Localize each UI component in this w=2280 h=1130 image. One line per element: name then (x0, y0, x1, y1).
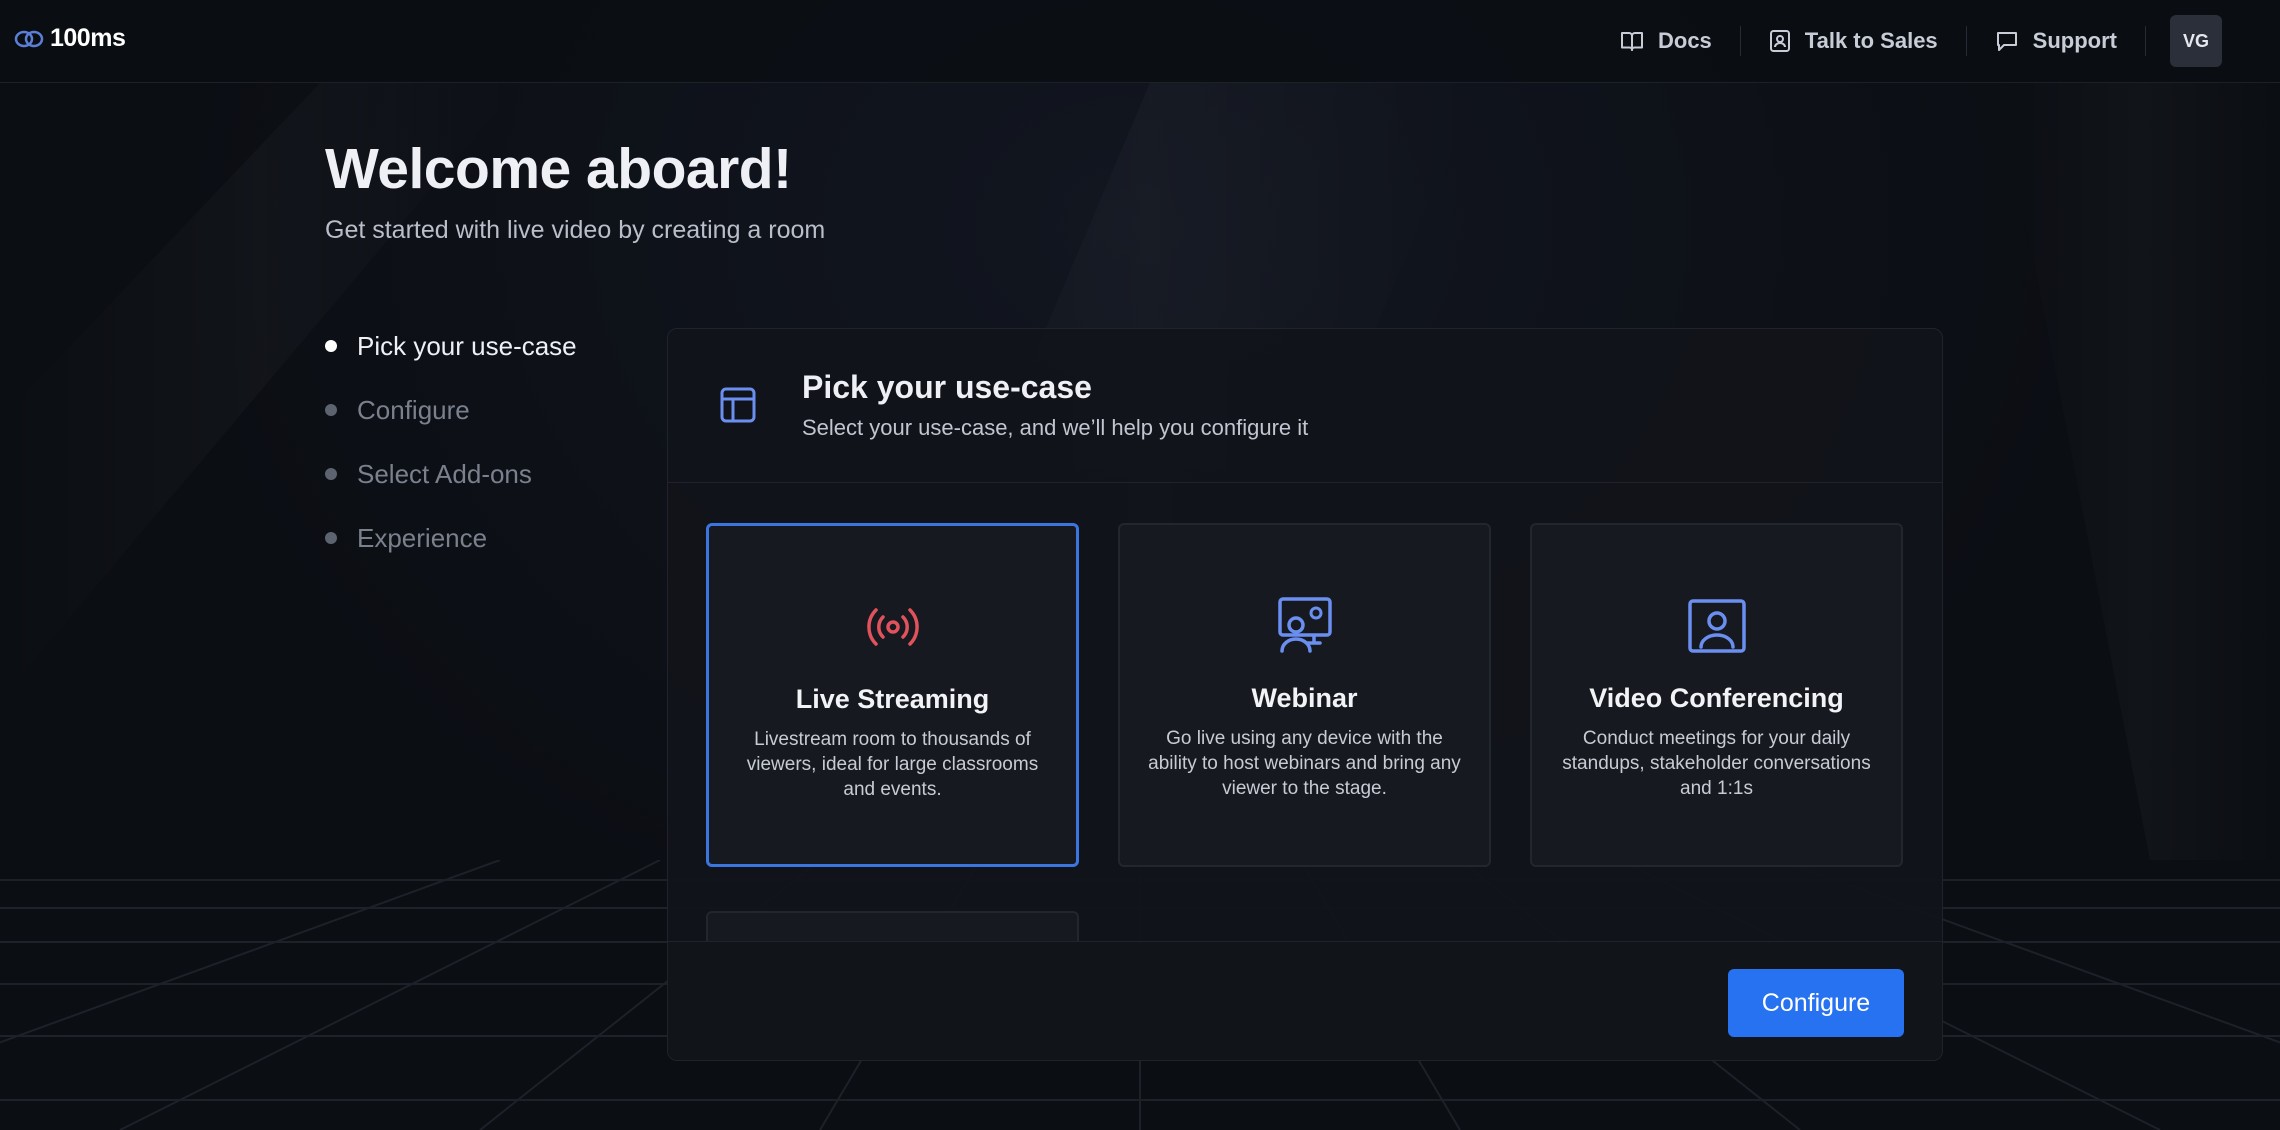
top-nav: Docs Talk to Sales Support VG (1592, 14, 2222, 68)
step-label: Select Add-ons (357, 458, 532, 489)
chat-bubble-icon (1996, 32, 2017, 51)
talk-to-sales-link[interactable]: Talk to Sales (1741, 26, 1966, 56)
card-title: Webinar (1251, 683, 1358, 713)
step-experience[interactable]: Experience (325, 520, 577, 556)
step-dot-icon (325, 532, 337, 544)
step-configure[interactable]: Configure (325, 392, 577, 428)
broadcast-icon (866, 608, 919, 646)
panel-header: Pick your use-case Select your use-case,… (668, 329, 1942, 483)
layout-icon (720, 387, 756, 423)
use-case-card-webinar[interactable]: Webinar Go live using any device with th… (1118, 523, 1491, 867)
use-case-card-partial[interactable] (706, 911, 1079, 945)
step-label: Pick your use-case (357, 330, 577, 361)
panel-subtitle: Select your use-case, and we’ll help you… (802, 415, 1309, 440)
use-case-cards: Live Streaming Livestream room to thousa… (668, 483, 1942, 945)
step-dot-icon (325, 468, 337, 480)
page-title: Welcome aboard! (325, 137, 792, 201)
step-select-add-ons[interactable]: Select Add-ons (325, 456, 577, 492)
nav-divider (2145, 26, 2146, 56)
card-description: Go live using any device with the abilit… (1148, 728, 1461, 799)
support-label: Support (2032, 28, 2117, 53)
docs-link[interactable]: Docs (1592, 26, 1740, 56)
step-dot-icon (325, 404, 337, 416)
page-subtitle: Get started with live video by creating … (325, 216, 826, 244)
use-case-card-live-streaming[interactable]: Live Streaming Livestream room to thousa… (706, 523, 1079, 867)
contact-card-icon (1769, 30, 1790, 52)
brand-logo[interactable]: 100ms (14, 24, 126, 53)
card-description: Livestream room to thousands of viewers,… (746, 729, 1039, 800)
onboarding-steps: Pick your use-case Configure Select Add-… (325, 328, 577, 584)
video-user-icon (1687, 599, 1746, 653)
step-label: Experience (357, 522, 488, 553)
top-bar: 100ms Docs Talk to Sales Support VG (0, 0, 2280, 83)
configure-button[interactable]: Configure (1728, 969, 1904, 1037)
step-dot-icon (325, 340, 337, 352)
brand-name: 100ms (50, 24, 126, 52)
book-icon (1621, 32, 1643, 51)
card-title: Video Conferencing (1589, 683, 1844, 713)
support-link[interactable]: Support (1967, 26, 2145, 56)
logo-icon (14, 30, 44, 47)
step-label: Configure (357, 394, 470, 425)
page: 100ms Docs Talk to Sales Support VG Welc… (0, 0, 2280, 1130)
panel-footer: Configure (668, 941, 1942, 1060)
user-avatar[interactable]: VG (2170, 15, 2222, 67)
panel-title: Pick your use-case (802, 369, 1092, 405)
presenter-icon (1277, 597, 1332, 653)
use-case-panel: Pick your use-case Select your use-case,… (667, 328, 1943, 1061)
use-case-card-video-conferencing[interactable]: Video Conferencing Conduct meetings for … (1530, 523, 1903, 867)
docs-label: Docs (1658, 28, 1712, 53)
talk-to-sales-label: Talk to Sales (1804, 28, 1938, 53)
card-title: Live Streaming (795, 684, 990, 714)
step-pick-use-case[interactable]: Pick your use-case (325, 328, 577, 364)
card-description: Conduct meetings for your daily standups… (1562, 728, 1871, 799)
